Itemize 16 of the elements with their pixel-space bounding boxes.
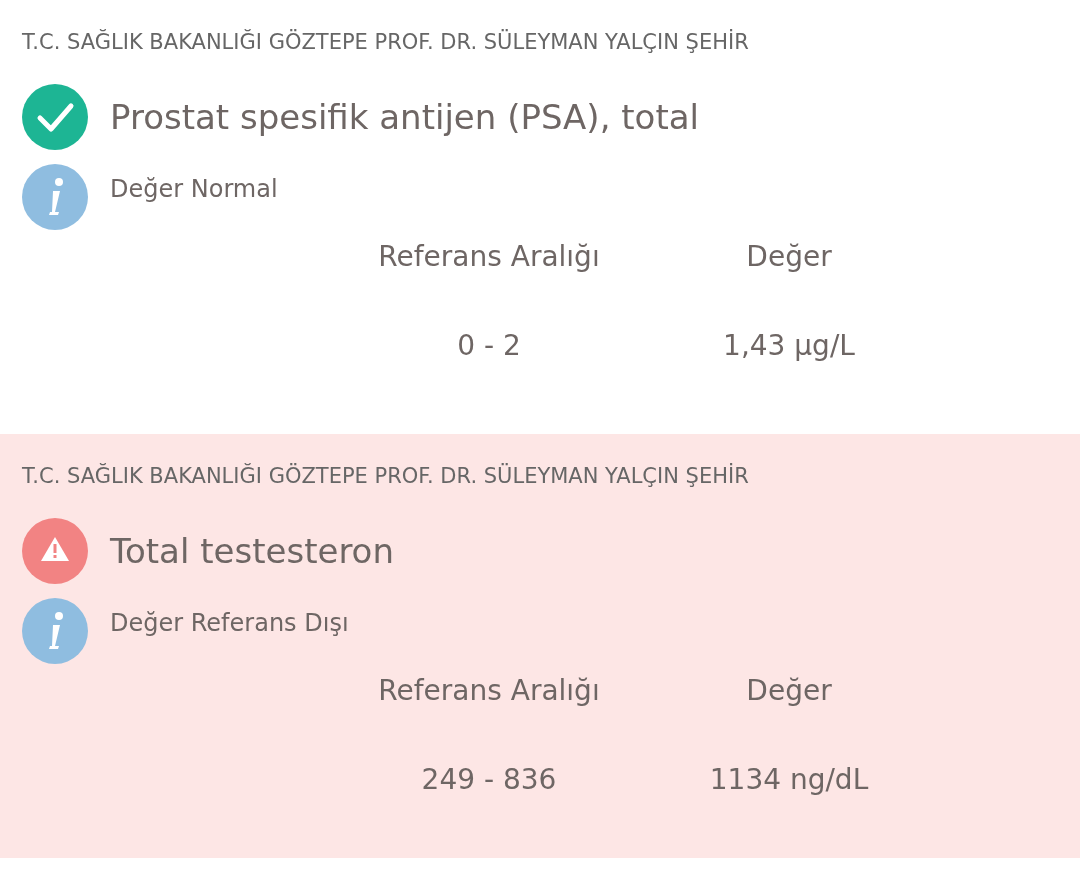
column-header: Referans Aralığı xyxy=(377,674,601,707)
info-icon xyxy=(22,164,88,230)
reference-range: 249 - 836 xyxy=(420,763,558,796)
test-name: Prostat spesifik antijen (PSA), total xyxy=(110,97,699,137)
status-note: Değer Referans Dışı xyxy=(110,609,349,637)
result-value: 1134 ng/dL xyxy=(708,763,870,796)
hospital-name: T.C. SAĞLIK BAKANLIĞI GÖZTEPE PROF. DR. SÜLEYMAN YALÇIN ŞEHİR xyxy=(22,30,750,56)
column-header: Değer xyxy=(745,674,833,707)
status-note: Değer Normal xyxy=(110,175,278,203)
info-icon xyxy=(22,598,88,664)
test-name: Total testesteron xyxy=(110,531,394,571)
reference-range: 0 - 2 xyxy=(456,329,522,362)
column-header: Değer xyxy=(745,240,833,273)
hospital-name: T.C. SAĞLIK BAKANLIĞI GÖZTEPE PROF. DR. SÜLEYMAN YALÇIN ŞEHİR xyxy=(22,464,750,490)
result-value: 1,43 µg/L xyxy=(722,329,856,362)
column-header: Referans Aralığı xyxy=(377,240,601,273)
